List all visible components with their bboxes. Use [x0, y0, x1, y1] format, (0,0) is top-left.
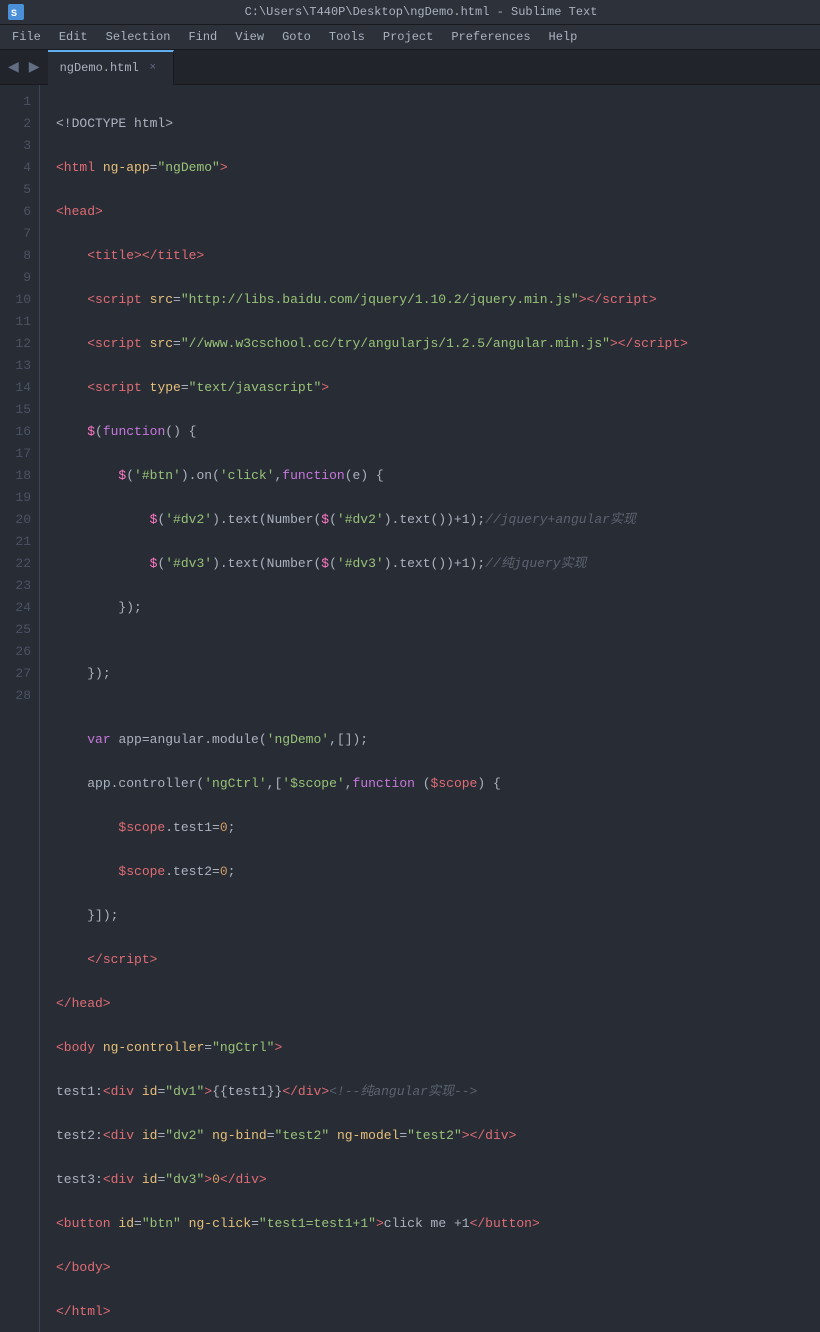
code-line: $('#dv3').text(Number($('#dv3').text())+…	[56, 553, 820, 575]
tab-ngdemo[interactable]: ngDemo.html ×	[48, 50, 174, 85]
code-line: <script type="text/javascript">	[56, 377, 820, 399]
line-num: 24	[12, 597, 31, 619]
menu-goto[interactable]: Goto	[274, 27, 319, 47]
code-line: });	[56, 663, 820, 685]
line-num: 20	[12, 509, 31, 531]
title-bar: S C:\Users\T440P\Desktop\ngDemo.html - S…	[0, 0, 820, 25]
line-num: 10	[12, 289, 31, 311]
window-title: C:\Users\T440P\Desktop\ngDemo.html - Sub…	[30, 5, 812, 19]
tab-bar: ◀ ▶ ngDemo.html ×	[0, 50, 820, 85]
code-line: }]);	[56, 905, 820, 927]
tab-close[interactable]: ×	[145, 60, 161, 76]
code-line: </head>	[56, 993, 820, 1015]
line-num: 28	[12, 685, 31, 707]
editor: 1 2 3 4 5 6 7 8 9 10 11 12 13 14 15 16 1…	[0, 85, 820, 1332]
code-line: test1:<div id="dv1">{{test1}}</div><!--纯…	[56, 1081, 820, 1103]
svg-text:S: S	[11, 9, 17, 20]
line-numbers: 1 2 3 4 5 6 7 8 9 10 11 12 13 14 15 16 1…	[0, 85, 40, 1332]
menu-project[interactable]: Project	[375, 27, 441, 47]
code-line: $('#dv2').text(Number($('#dv2').text())+…	[56, 509, 820, 531]
code-line: $(function() {	[56, 421, 820, 443]
tab-label: ngDemo.html	[60, 61, 139, 75]
line-num: 18	[12, 465, 31, 487]
code-line: <script src="//www.w3cschool.cc/try/angu…	[56, 333, 820, 355]
menu-file[interactable]: File	[4, 27, 49, 47]
code-line: $scope.test2=0;	[56, 861, 820, 883]
code-container[interactable]: 1 2 3 4 5 6 7 8 9 10 11 12 13 14 15 16 1…	[0, 85, 820, 1332]
line-num: 15	[12, 399, 31, 421]
menu-tools[interactable]: Tools	[321, 27, 373, 47]
line-num: 3	[12, 135, 31, 157]
code-line: <button id="btn" ng-click="test1=test1+1…	[56, 1213, 820, 1235]
line-num: 19	[12, 487, 31, 509]
line-num: 2	[12, 113, 31, 135]
line-num: 5	[12, 179, 31, 201]
menu-find[interactable]: Find	[180, 27, 225, 47]
line-num: 7	[12, 223, 31, 245]
code-line: </script>	[56, 949, 820, 971]
line-num: 22	[12, 553, 31, 575]
line-num: 8	[12, 245, 31, 267]
line-num: 14	[12, 377, 31, 399]
code-line: <script src="http://libs.baidu.com/jquer…	[56, 289, 820, 311]
code-line: });	[56, 597, 820, 619]
code-line: $('#btn').on('click',function(e) {	[56, 465, 820, 487]
line-num: 9	[12, 267, 31, 289]
code-content[interactable]: <!DOCTYPE html> <html ng-app="ngDemo"> <…	[40, 85, 820, 1332]
menu-edit[interactable]: Edit	[51, 27, 96, 47]
code-line: app.controller('ngCtrl',['$scope',functi…	[56, 773, 820, 795]
line-num: 6	[12, 201, 31, 223]
code-line: <body ng-controller="ngCtrl">	[56, 1037, 820, 1059]
line-num: 21	[12, 531, 31, 553]
line-num: 12	[12, 333, 31, 355]
code-line: $scope.test1=0;	[56, 817, 820, 839]
menu-preferences[interactable]: Preferences	[443, 27, 538, 47]
line-num: 17	[12, 443, 31, 465]
line-num: 27	[12, 663, 31, 685]
line-num: 1	[12, 91, 31, 113]
code-line: var app=angular.module('ngDemo',[]);	[56, 729, 820, 751]
nav-arrows: ◀ ▶	[0, 57, 48, 78]
menu-view[interactable]: View	[227, 27, 272, 47]
app-icon: S	[8, 4, 24, 20]
line-num: 25	[12, 619, 31, 641]
code-line: </html>	[56, 1301, 820, 1323]
menu-bar: File Edit Selection Find View Goto Tools…	[0, 25, 820, 50]
nav-forward[interactable]: ▶	[25, 57, 44, 78]
menu-selection[interactable]: Selection	[98, 27, 179, 47]
line-num: 11	[12, 311, 31, 333]
code-line: <head>	[56, 201, 820, 223]
code-line: <title></title>	[56, 245, 820, 267]
code-line: </body>	[56, 1257, 820, 1279]
code-line: test3:<div id="dv3">0</div>	[56, 1169, 820, 1191]
code-line: <html ng-app="ngDemo">	[56, 157, 820, 179]
line-num: 13	[12, 355, 31, 377]
code-line: test2:<div id="dv2" ng-bind="test2" ng-m…	[56, 1125, 820, 1147]
code-line: <!DOCTYPE html>	[56, 113, 820, 135]
nav-back[interactable]: ◀	[4, 57, 23, 78]
menu-help[interactable]: Help	[541, 27, 586, 47]
line-num: 26	[12, 641, 31, 663]
line-num: 16	[12, 421, 31, 443]
line-num: 23	[12, 575, 31, 597]
line-num: 4	[12, 157, 31, 179]
